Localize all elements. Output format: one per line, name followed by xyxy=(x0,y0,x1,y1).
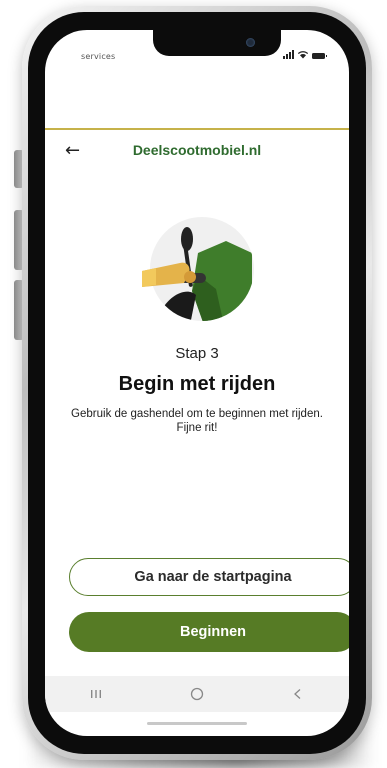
camera-icon xyxy=(246,38,255,47)
wifi-icon xyxy=(298,51,308,59)
instruction-text: Gebruik de gashendel om te beginnen met … xyxy=(71,408,323,434)
page-title: Begin met rijden xyxy=(118,373,276,395)
signal-icon xyxy=(283,50,294,59)
brand-title: Deelscootmobiel.nl xyxy=(132,142,262,158)
scooter-throttle-illustration xyxy=(142,217,254,321)
go-to-homepage-button[interactable]: Ga naar de startpagina xyxy=(69,558,349,596)
home-icon[interactable] xyxy=(177,682,217,706)
android-navbar xyxy=(45,676,349,712)
status-icons xyxy=(283,50,327,59)
start-button[interactable]: Beginnen xyxy=(69,612,349,652)
recent-apps-icon[interactable] xyxy=(76,682,116,706)
app-header: ← Deelscootmobiel.nl xyxy=(45,128,349,172)
battery-icon xyxy=(312,53,327,59)
back-icon[interactable] xyxy=(278,682,318,706)
notch xyxy=(153,30,281,56)
carrier-label: services xyxy=(81,52,116,61)
home-indicator xyxy=(147,722,247,725)
step-label: Stap 3 xyxy=(175,345,219,362)
phone-screen: services ← Deelscootmobiel.nl Stap 3 Beg… xyxy=(45,30,349,736)
